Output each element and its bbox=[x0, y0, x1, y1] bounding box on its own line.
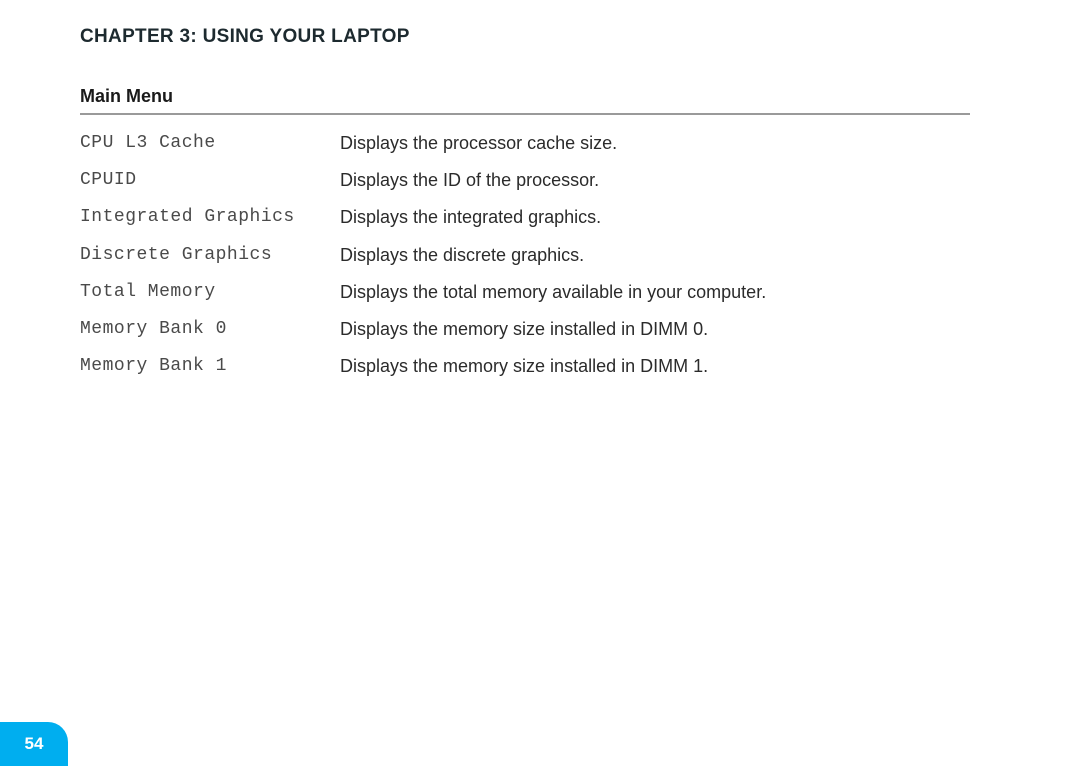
table-row: Total Memory Displays the total memory a… bbox=[80, 274, 970, 311]
row-description: Displays the processor cache size. bbox=[340, 131, 970, 156]
table-row: Discrete Graphics Displays the discrete … bbox=[80, 237, 970, 274]
definitions-list: CPU L3 Cache Displays the processor cach… bbox=[80, 125, 970, 385]
row-description: Displays the discrete graphics. bbox=[340, 243, 970, 268]
row-description: Displays the integrated graphics. bbox=[340, 205, 970, 230]
chapter-title: CHAPTER 3: USING YOUR LAPTOP bbox=[80, 26, 410, 48]
row-key: Memory Bank 0 bbox=[80, 317, 340, 342]
row-description: Displays the ID of the processor. bbox=[340, 168, 970, 193]
row-key: CPU L3 Cache bbox=[80, 131, 340, 156]
content-area: Main Menu CPU L3 Cache Displays the proc… bbox=[80, 86, 970, 385]
table-row: CPU L3 Cache Displays the processor cach… bbox=[80, 125, 970, 162]
row-key: Total Memory bbox=[80, 280, 340, 305]
row-key: Integrated Graphics bbox=[80, 205, 340, 230]
page-number: 54 bbox=[25, 734, 44, 754]
table-row: Memory Bank 1 Displays the memory size i… bbox=[80, 348, 970, 385]
row-key: CPUID bbox=[80, 168, 340, 193]
row-description: Displays the memory size installed in DI… bbox=[340, 317, 970, 342]
row-key: Discrete Graphics bbox=[80, 243, 340, 268]
row-description: Displays the memory size installed in DI… bbox=[340, 354, 970, 379]
section-title: Main Menu bbox=[80, 86, 970, 115]
table-row: Memory Bank 0 Displays the memory size i… bbox=[80, 311, 970, 348]
page-number-tab: 54 bbox=[0, 722, 68, 766]
table-row: Integrated Graphics Displays the integra… bbox=[80, 199, 970, 236]
table-row: CPUID Displays the ID of the processor. bbox=[80, 162, 970, 199]
row-key: Memory Bank 1 bbox=[80, 354, 340, 379]
row-description: Displays the total memory available in y… bbox=[340, 280, 970, 305]
